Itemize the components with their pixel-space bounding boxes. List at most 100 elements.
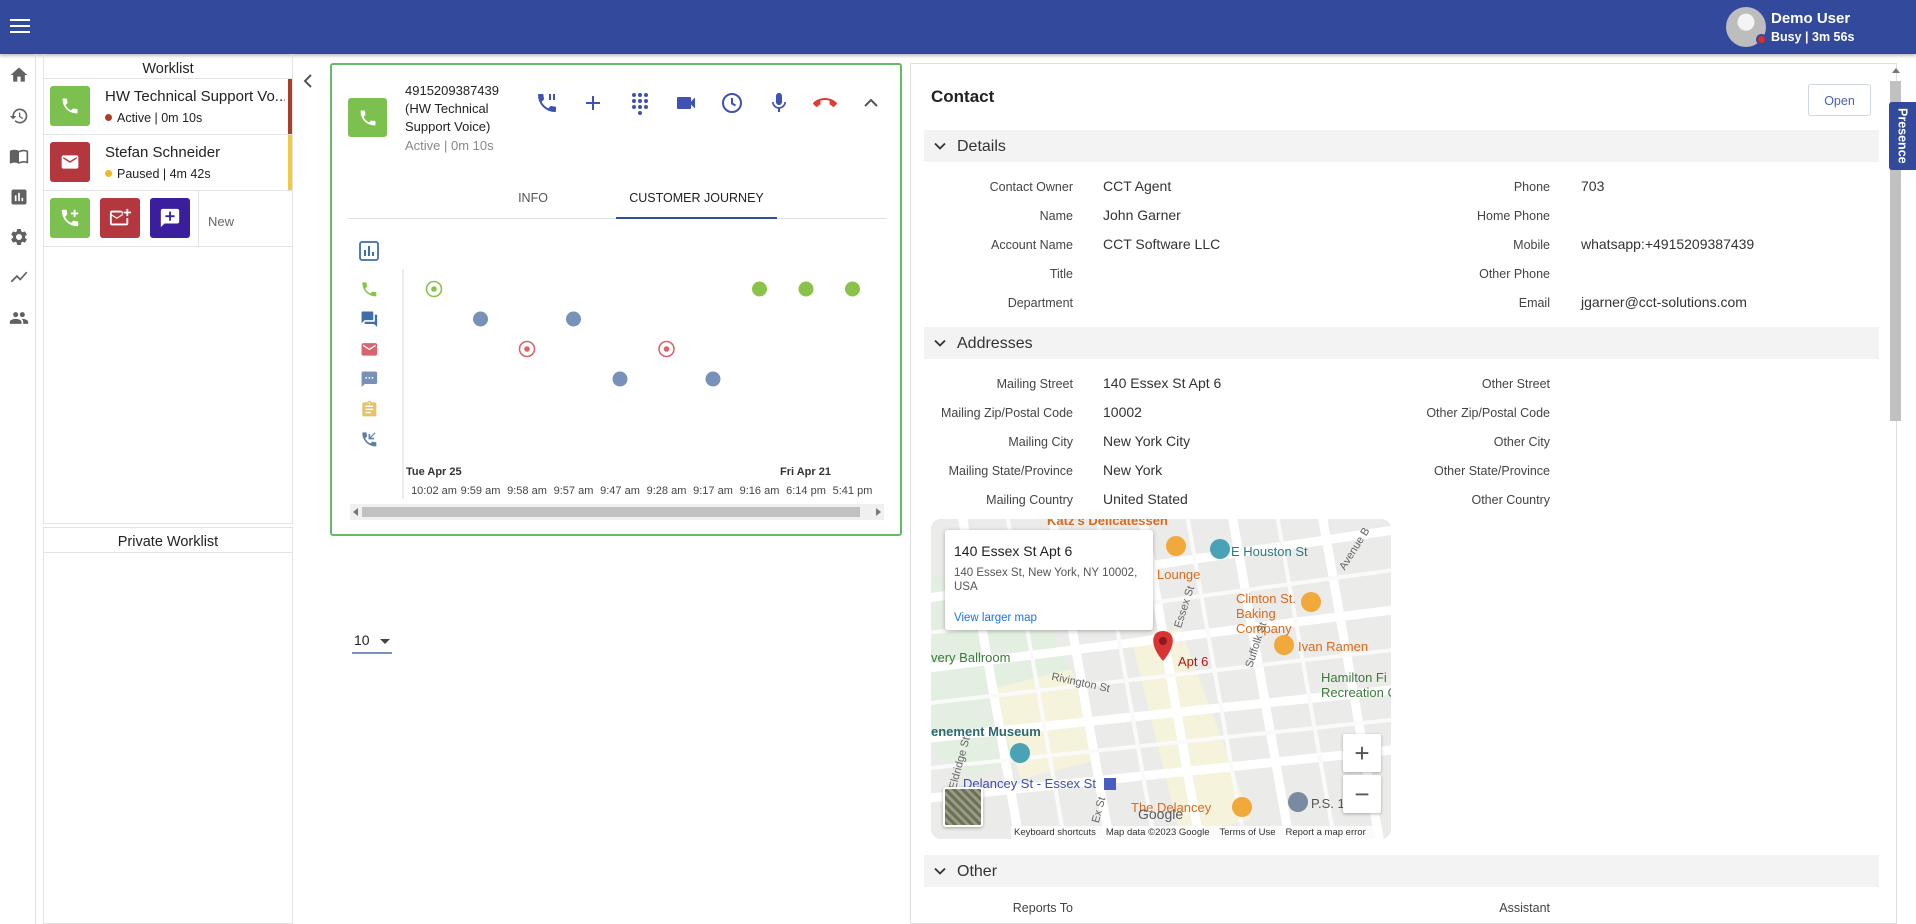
field-value[interactable]: United Stated	[1103, 491, 1188, 507]
hangup-button[interactable]	[813, 91, 837, 115]
field-label: Mailing Zip/Postal Code	[940, 406, 1073, 420]
collapse-call-button[interactable]	[859, 91, 883, 115]
trend-icon[interactable]	[9, 267, 29, 287]
field-label: Contact Owner	[989, 180, 1073, 194]
field-label: Department	[1007, 296, 1073, 310]
journey-event-dot[interactable]	[612, 371, 628, 387]
field-label: Other State/Province	[1433, 464, 1550, 478]
field-value[interactable]: CCT Software LLC	[1103, 236, 1220, 252]
field-label: Other Phone	[1479, 267, 1550, 281]
history-icon[interactable]	[9, 106, 29, 126]
transfer-call-button[interactable]	[535, 91, 559, 115]
map-label: Clinton St. Baking Company	[1236, 591, 1296, 636]
add-participant-button[interactable]	[581, 91, 605, 115]
tab-info[interactable]: INFO	[508, 176, 558, 219]
field-value[interactable]: John Garner	[1103, 207, 1181, 223]
call-queue: (HW Technical Support Voice)	[405, 101, 491, 134]
field-value[interactable]: jgarner@cct-solutions.com	[1581, 294, 1747, 310]
new-email-button[interactable]	[100, 198, 140, 238]
field-value[interactable]: New York	[1103, 462, 1162, 478]
field-value[interactable]: New York City	[1103, 433, 1190, 449]
section-details[interactable]: Details	[924, 130, 1879, 162]
avatar[interactable]	[1726, 7, 1767, 47]
worklist-item-name: HW Technical Support Vo...	[105, 88, 285, 105]
map-label: Hamilton Fi	[1321, 670, 1387, 685]
contact-panel: Contact Open Details Contact Owner CCT Ag…	[910, 63, 1897, 924]
field-label: Other Zip/Postal Code	[1426, 406, 1550, 420]
section-other[interactable]: Other	[924, 855, 1879, 887]
chevron-down-icon	[934, 142, 946, 150]
field-label: Name	[1039, 209, 1073, 223]
section-addresses[interactable]: Addresses	[924, 327, 1879, 359]
field-label: Account Name	[991, 238, 1073, 252]
terms-link[interactable]: Terms of Use	[1220, 827, 1276, 838]
pin-label: Apt 6	[1178, 654, 1209, 669]
menu-icon[interactable]	[10, 19, 30, 35]
book-icon[interactable]	[9, 146, 29, 166]
new-chat-button[interactable]	[150, 198, 190, 238]
journey-event-dot[interactable]	[473, 311, 488, 327]
chart-toggle-icon[interactable]	[359, 241, 379, 261]
keyboard-shortcuts-link[interactable]: Keyboard shortcuts	[1014, 827, 1096, 838]
tab-customer-journey[interactable]: CUSTOMER JOURNEY	[616, 176, 777, 219]
worklist-item[interactable]: HW Technical Support Vo... Active | 0m 1…	[44, 79, 292, 135]
collapse-chevron-icon[interactable]	[301, 73, 315, 89]
scroll-right-icon[interactable]	[876, 508, 881, 516]
field-label: Other City	[1493, 435, 1550, 449]
scroll-left-icon[interactable]	[353, 508, 358, 516]
journey-event-dot[interactable]	[798, 281, 814, 297]
satellite-toggle[interactable]	[943, 787, 983, 827]
journey-scrollbar[interactable]	[350, 504, 884, 520]
field-value[interactable]: 703	[1581, 178, 1604, 194]
home-icon[interactable]	[9, 65, 29, 85]
time-label: 9:16 am	[740, 485, 780, 497]
new-call-button[interactable]	[50, 198, 90, 238]
date-label: Fri Apr 21	[780, 466, 831, 478]
user-profile[interactable]: Demo User Busy | 3m 56s	[1726, 6, 1916, 50]
journey-event-dot[interactable]	[566, 311, 581, 327]
hangup-icon	[813, 98, 837, 107]
presence-tab[interactable]: Presence	[1889, 102, 1916, 170]
map-label: E Houston St	[1231, 544, 1308, 559]
new-label[interactable]: New	[198, 191, 293, 246]
field-value[interactable]: CCT Agent	[1103, 178, 1171, 194]
field-value[interactable]: 10002	[1103, 404, 1142, 420]
field-value[interactable]: 140 Essex St Apt 6	[1103, 375, 1221, 391]
time-label: 9:47 am	[600, 485, 640, 497]
gear-icon[interactable]	[9, 227, 29, 247]
field-label: Mailing Country	[986, 493, 1073, 507]
map-label: Katz's Delicatessen	[1047, 519, 1168, 528]
page-size-select[interactable]: 10	[352, 629, 392, 654]
map-label: enement Museum	[931, 724, 1041, 739]
dialpad-button[interactable]	[628, 91, 652, 115]
callback-icon	[362, 432, 377, 447]
field-label: Assistant	[1499, 901, 1550, 915]
scroll-thumb[interactable]	[362, 507, 860, 517]
video-button[interactable]	[674, 91, 698, 115]
worklist-item[interactable]: Stefan Schneider Paused | 4m 42s	[44, 135, 292, 191]
email-icon	[50, 142, 90, 182]
open-button[interactable]: Open	[1808, 84, 1871, 116]
page-scrollbar[interactable]	[1888, 63, 1916, 924]
field-label: Phone	[1513, 180, 1550, 194]
zoom-in-button[interactable]: +	[1343, 734, 1381, 772]
scroll-up-icon[interactable]	[1892, 68, 1900, 73]
map[interactable]: Katz's Delicatessen E Houston St Lounge …	[931, 519, 1391, 839]
hold-timer-button[interactable]	[720, 91, 744, 115]
status-dot	[105, 114, 112, 121]
journey-event-dot[interactable]	[845, 281, 860, 297]
google-logo: Google	[1138, 806, 1184, 822]
zoom-out-button[interactable]: −	[1343, 775, 1381, 813]
field-value[interactable]: whatsapp:+4915209387439	[1581, 236, 1754, 252]
view-larger-map-link[interactable]: View larger map	[954, 612, 1037, 624]
field-label: Reports To	[1012, 901, 1073, 915]
journey-event-dot[interactable]	[752, 281, 767, 297]
people-icon[interactable]	[9, 308, 29, 328]
journey-event-dot[interactable]	[705, 371, 721, 387]
map-label: P.S. 1	[1311, 796, 1345, 811]
phone-icon	[362, 282, 377, 297]
task-icon	[362, 400, 377, 417]
mute-button[interactable]	[767, 91, 791, 115]
report-error-link[interactable]: Report a map error	[1285, 827, 1365, 838]
bar-chart-icon[interactable]	[9, 187, 29, 207]
